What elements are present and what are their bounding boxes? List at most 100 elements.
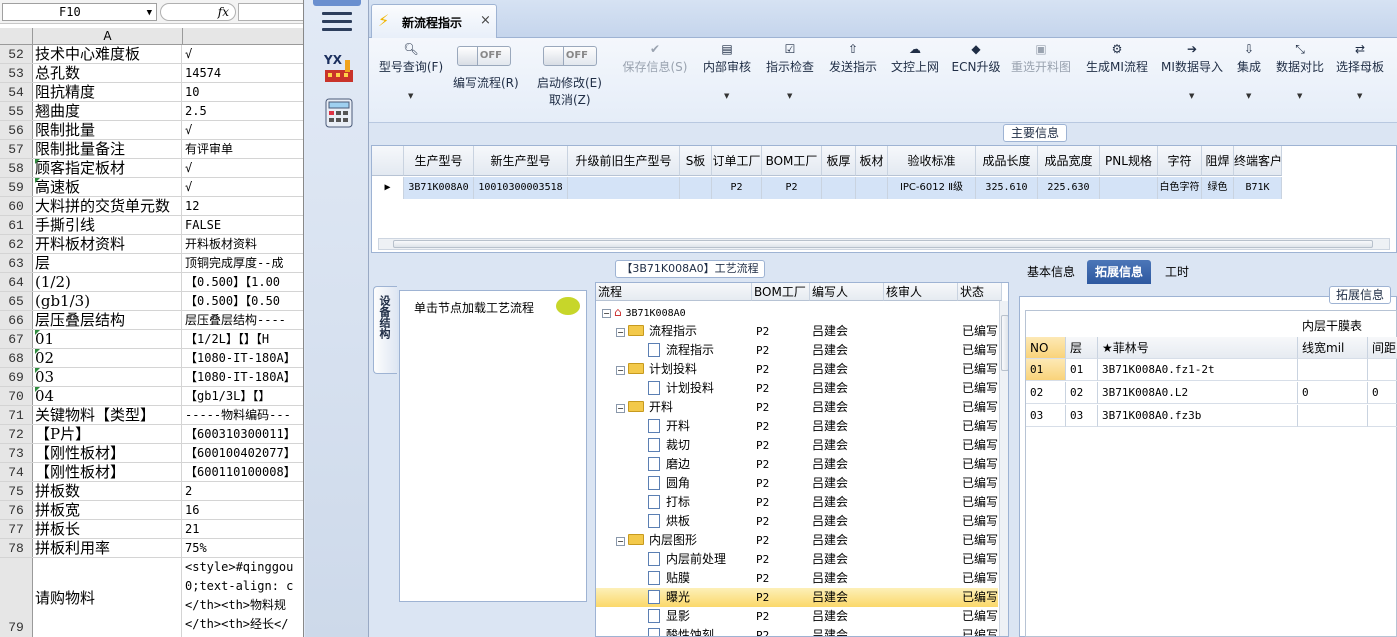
- cell-b[interactable]: 开料板材资料: [185, 235, 303, 253]
- cell-b[interactable]: 14574: [185, 64, 303, 82]
- tree-node[interactable]: − 计划投料 P2 吕建会 已编写: [596, 360, 998, 379]
- cell-b[interactable]: 【0.500】【0.50: [185, 292, 303, 310]
- grid-cell[interactable]: 3B71K008A0: [404, 177, 474, 199]
- cell-a[interactable]: 拼板利用率: [35, 539, 182, 557]
- tree-node[interactable]: − 流程指示 P2 吕建会 已编写: [596, 322, 998, 341]
- cell-b[interactable]: √: [185, 159, 303, 177]
- tree-root[interactable]: − ⌂ 3B71K008A0: [596, 303, 998, 322]
- row-number[interactable]: 62: [0, 235, 33, 253]
- grid-cell[interactable]: B71K: [1234, 177, 1282, 199]
- sheet-row[interactable]: 57 限制批量备注 有评审单: [0, 140, 303, 159]
- chevron-down-icon[interactable]: ▼: [147, 5, 152, 21]
- grid-cell[interactable]: 0: [1298, 382, 1368, 404]
- chevron-down-icon[interactable]: ▼: [1357, 92, 1362, 100]
- column-header[interactable]: BOM工厂: [762, 146, 822, 176]
- cell-a[interactable]: 02: [35, 349, 182, 367]
- column-header[interactable]: 间距: [1368, 337, 1397, 359]
- column-header[interactable]: 订单工厂: [712, 146, 762, 176]
- sheet-row[interactable]: 78 拼板利用率 75%: [0, 539, 303, 558]
- column-header[interactable]: PNL规格: [1100, 146, 1158, 176]
- tree-node[interactable]: − 内层图形 P2 吕建会 已编写: [596, 531, 998, 550]
- cell-a[interactable]: 技术中心难度板: [35, 45, 182, 63]
- grid-cell[interactable]: 0: [1368, 382, 1397, 404]
- tree-column-header[interactable]: 核审人: [884, 283, 958, 301]
- grid-cell[interactable]: [568, 177, 680, 199]
- sheet-row[interactable]: 72 【P片】 【600310300011】: [0, 425, 303, 444]
- column-header[interactable]: S板: [680, 146, 712, 176]
- sheet-row[interactable]: 54 阻抗精度 10: [0, 83, 303, 102]
- grid-cell[interactable]: [822, 177, 856, 199]
- cell-b[interactable]: 【gb1/3L】【】: [185, 387, 303, 405]
- column-header[interactable]: 终端客户: [1234, 146, 1282, 176]
- vertical-scrollbar[interactable]: [999, 301, 1008, 636]
- tree-node[interactable]: 计划投料 P2 吕建会 已编写: [596, 379, 998, 398]
- chevron-down-icon[interactable]: ▼: [724, 92, 729, 100]
- tree-node[interactable]: 圆角 P2 吕建会 已编写: [596, 474, 998, 493]
- sheet-row[interactable]: 61 手撕引线 FALSE: [0, 216, 303, 235]
- cell-a[interactable]: 【刚性板材】: [35, 444, 182, 462]
- chevron-down-icon[interactable]: ▼: [1189, 92, 1194, 100]
- cell-b[interactable]: 16: [185, 501, 303, 519]
- cell-a[interactable]: 总孔数: [35, 64, 182, 82]
- row-number[interactable]: 77: [0, 520, 33, 538]
- tree-node[interactable]: 显影 P2 吕建会 已编写: [596, 607, 998, 626]
- tree-node[interactable]: 磨边 P2 吕建会 已编写: [596, 455, 998, 474]
- grid-cell[interactable]: [680, 177, 712, 199]
- column-header[interactable]: 成品宽度: [1038, 146, 1100, 176]
- tree-node[interactable]: 曝光 P2 吕建会 已编写: [596, 588, 998, 607]
- internal-review-button[interactable]: ▤ 内部审核 ▼: [699, 38, 755, 122]
- cell-a[interactable]: 大料拼的交货单元数: [35, 197, 182, 215]
- cell-a[interactable]: 手撕引线: [35, 216, 182, 234]
- name-box[interactable]: F10 ▼: [2, 3, 157, 21]
- tree-column-header[interactable]: 编写人: [810, 283, 884, 301]
- cell-b[interactable]: √: [185, 45, 303, 63]
- calculator-icon[interactable]: [325, 98, 353, 128]
- row-number[interactable]: 61: [0, 216, 33, 234]
- sheet-row[interactable]: 71 关键物料【类型】 -----物料编码---: [0, 406, 303, 425]
- cell-b[interactable]: 层压叠层结构----: [185, 311, 303, 329]
- cell-b[interactable]: 2.5: [185, 102, 303, 120]
- row-number[interactable]: 73: [0, 444, 33, 462]
- cell-b[interactable]: 12: [185, 197, 303, 215]
- grid-cell[interactable]: 10010300003518: [474, 177, 568, 199]
- cell-b[interactable]: 有评审单: [185, 140, 303, 158]
- chevron-down-icon[interactable]: ▼: [1297, 92, 1302, 100]
- cell-b[interactable]: <style>#qinggou 0;text-align: c </th><th>物…: [185, 558, 303, 637]
- grid-cell[interactable]: 01: [1026, 359, 1066, 381]
- sheet-row[interactable]: 55 翘曲度 2.5: [0, 102, 303, 121]
- row-number[interactable]: 54: [0, 83, 33, 101]
- cell-b[interactable]: FALSE: [185, 216, 303, 234]
- column-header[interactable]: NO: [1026, 337, 1066, 359]
- cell-a[interactable]: 层: [35, 254, 182, 272]
- grid-cell[interactable]: P2: [712, 177, 762, 199]
- cell-a[interactable]: 层压叠层结构: [35, 311, 182, 329]
- grid-cell[interactable]: 02: [1066, 382, 1098, 404]
- cell-b[interactable]: 【0.500】【1.00: [185, 273, 303, 291]
- collapse-icon[interactable]: −: [616, 537, 625, 546]
- cell-a[interactable]: 拼板长: [35, 520, 182, 538]
- cell-b[interactable]: 【1/2L】【】【H: [185, 330, 303, 348]
- grid-cell[interactable]: 白色字符: [1158, 177, 1202, 199]
- cell-a[interactable]: 03: [35, 368, 182, 386]
- cell-b[interactable]: 75%: [185, 539, 303, 557]
- sheet-row[interactable]: 75 拼板数 2: [0, 482, 303, 501]
- collapse-icon[interactable]: −: [616, 366, 625, 375]
- column-header[interactable]: 验收标准: [888, 146, 976, 176]
- tree-node[interactable]: − 开料 P2 吕建会 已编写: [596, 398, 998, 417]
- row-number[interactable]: 65: [0, 292, 33, 310]
- sheet-row[interactable]: 74 【刚性板材】 【600110100008】: [0, 463, 303, 482]
- grid-cell[interactable]: IPC-6012 Ⅱ级: [888, 177, 976, 199]
- row-number[interactable]: 57: [0, 140, 33, 158]
- sheet-row[interactable]: 73 【刚性板材】 【600100402077】: [0, 444, 303, 463]
- row-number[interactable]: 79: [0, 558, 33, 637]
- tree-column-header[interactable]: 状态: [958, 283, 1002, 301]
- tree-column-header[interactable]: BOM工厂: [752, 283, 810, 301]
- row-number[interactable]: 67: [0, 330, 33, 348]
- sheet-row[interactable]: 56 限制批量 √: [0, 121, 303, 140]
- cell-a[interactable]: 高速板: [35, 178, 182, 196]
- chevron-down-icon[interactable]: ▼: [408, 92, 413, 100]
- row-number[interactable]: 55: [0, 102, 33, 120]
- cell-a[interactable]: 04: [35, 387, 182, 405]
- factory-logo-icon[interactable]: YX: [323, 52, 355, 84]
- tree-node[interactable]: 裁切 P2 吕建会 已编写: [596, 436, 998, 455]
